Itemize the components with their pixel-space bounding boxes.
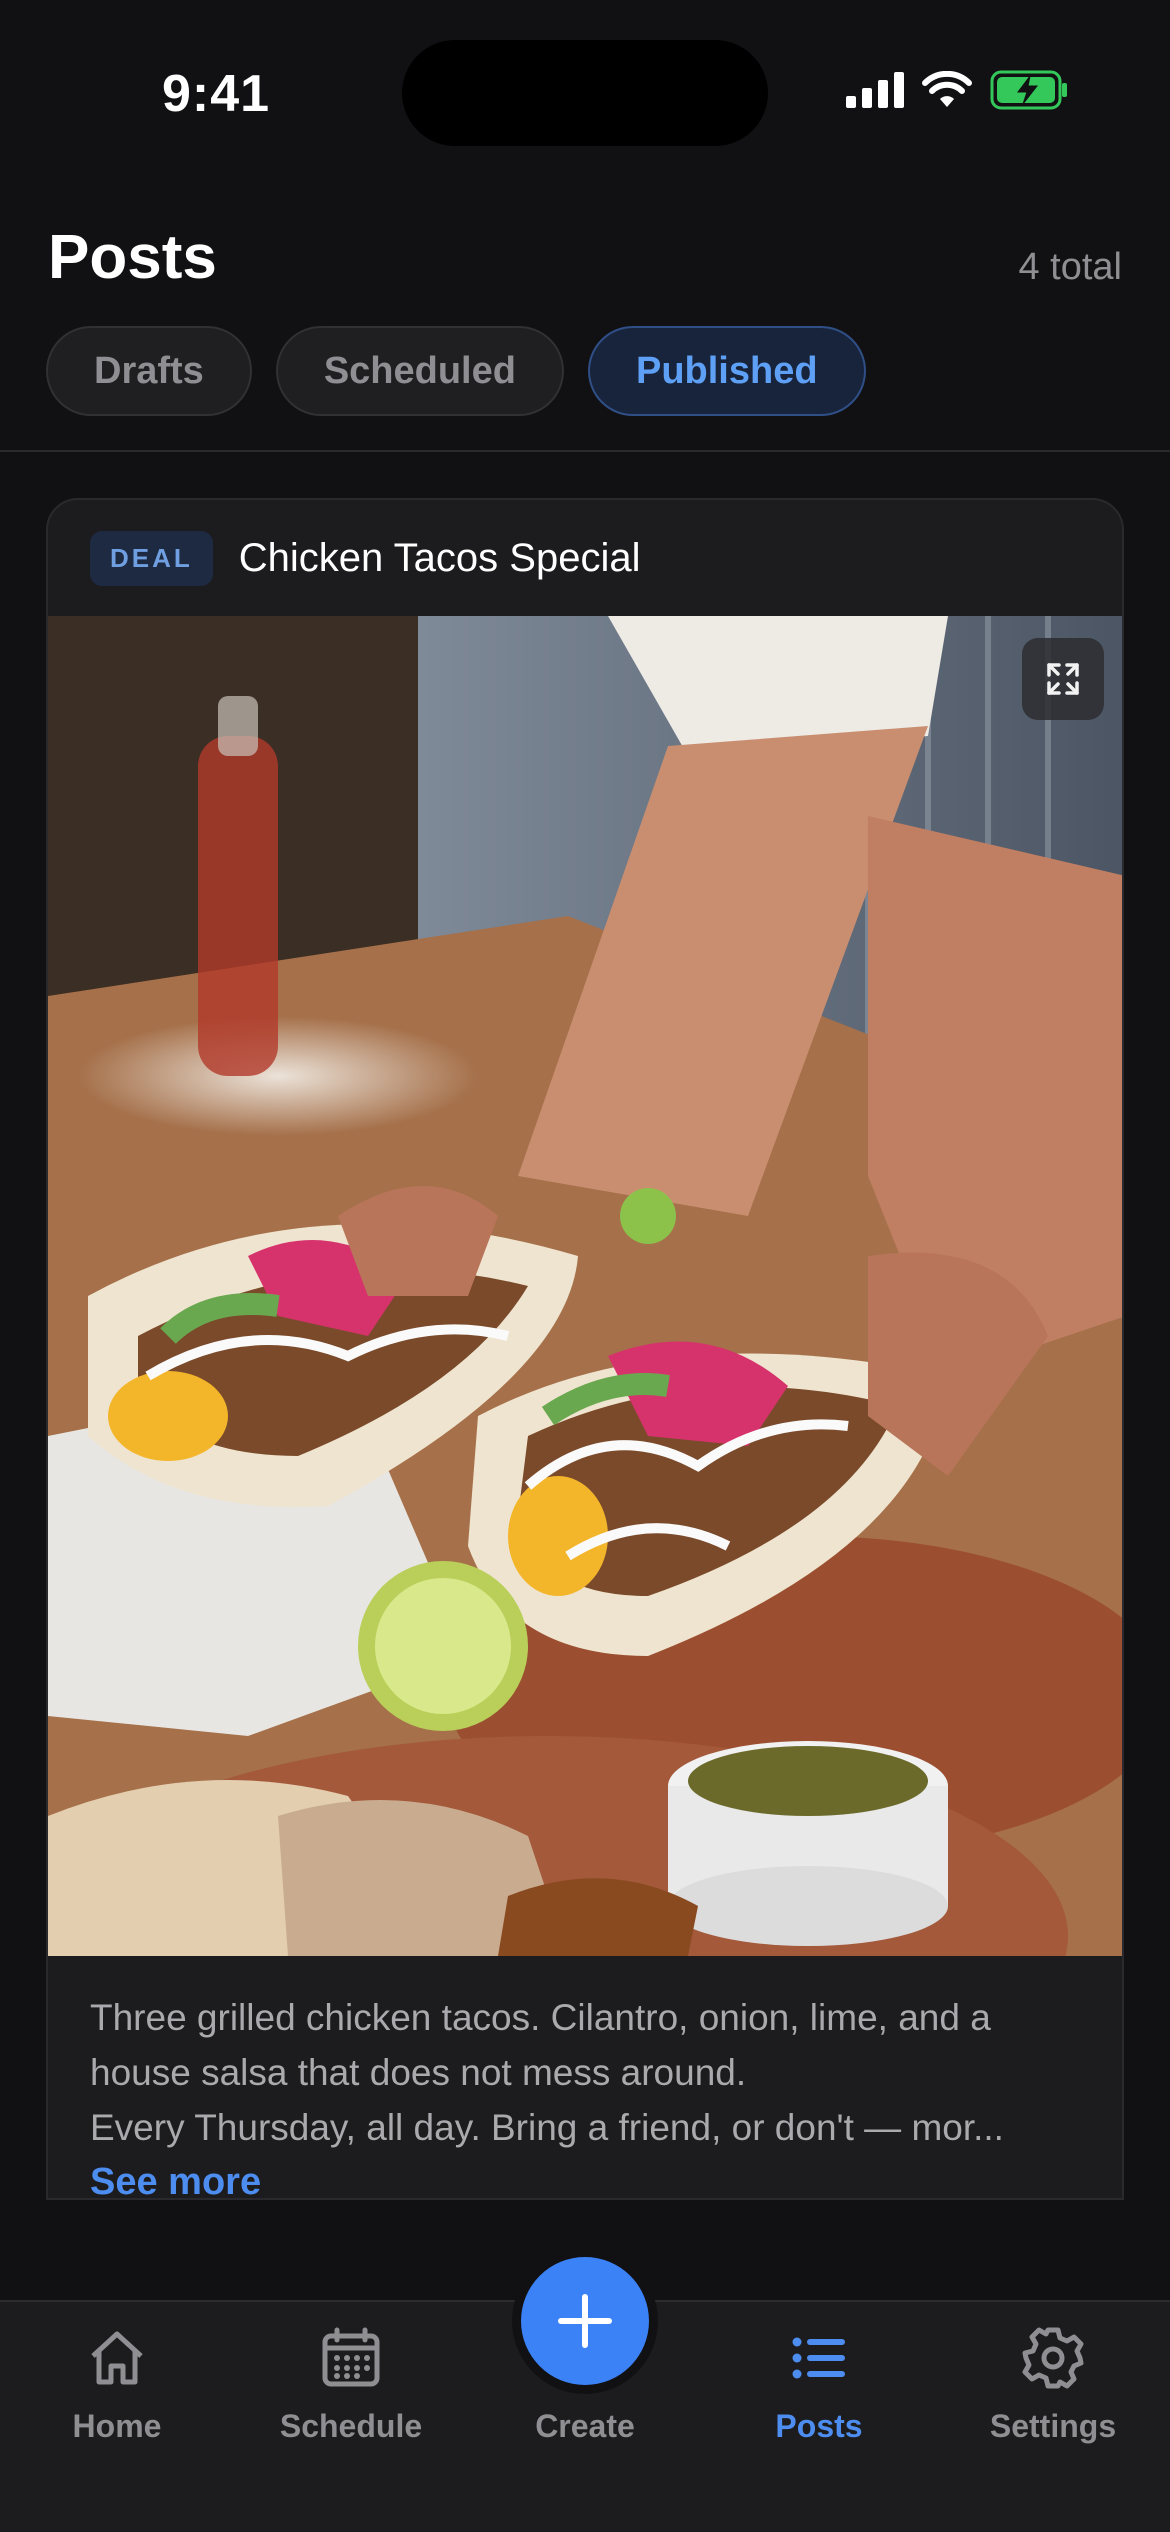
- tab-create-label: Create: [535, 2408, 635, 2444]
- tab-home[interactable]: Home: [0, 2302, 234, 2502]
- create-button-ring: [512, 2248, 658, 2394]
- create-post-button[interactable]: [521, 2257, 649, 2385]
- gear-icon: [1022, 2327, 1084, 2389]
- tab-schedule-label: Schedule: [279, 2408, 423, 2444]
- tab-posts-label: Posts: [775, 2408, 863, 2444]
- post-card-header: DEAL Chicken Tacos Special: [48, 500, 1122, 616]
- tab-settings-label: Settings: [989, 2408, 1117, 2444]
- expand-icon: [1047, 663, 1079, 695]
- calendar-icon: [322, 2327, 380, 2387]
- tab-posts[interactable]: Posts: [702, 2302, 936, 2502]
- see-more-link[interactable]: See more: [90, 2161, 1080, 2198]
- list-icon: [792, 2337, 845, 2379]
- post-title: Chicken Tacos Special: [238, 535, 641, 580]
- dynamic-island: [402, 40, 768, 146]
- tab-settings[interactable]: Settings: [936, 2302, 1170, 2502]
- post-photo[interactable]: [48, 616, 1122, 1956]
- status-icons: [846, 70, 1070, 110]
- page-title: Posts: [48, 223, 217, 292]
- header-divider: [0, 450, 1170, 452]
- post-card[interactable]: DEAL Chicken Tacos Special Three grilled…: [46, 498, 1124, 2200]
- status-time: 9:41: [162, 65, 271, 123]
- battery-charging-icon: [990, 70, 1067, 110]
- home-icon: [91, 2331, 143, 2385]
- post-card-body: Three grilled chicken tacos. Cilantro, o…: [48, 1956, 1122, 2198]
- filter-chips: Drafts Scheduled Published: [46, 326, 866, 416]
- tab-home-label: Home: [72, 2408, 162, 2444]
- wifi-icon: [922, 71, 972, 107]
- plus-icon: [558, 2294, 612, 2348]
- tacos-photo-illustration: [48, 616, 1122, 1956]
- filter-scheduled[interactable]: Scheduled: [275, 326, 564, 416]
- post-type-badge: DEAL: [90, 530, 213, 586]
- post-count: 4 total: [1018, 246, 1122, 288]
- post-description: Three grilled chicken tacos. Cilantro, o…: [90, 1997, 1004, 2148]
- expand-image-button[interactable]: [1022, 638, 1104, 720]
- tab-schedule[interactable]: Schedule: [234, 2302, 468, 2502]
- filter-drafts[interactable]: Drafts: [46, 326, 252, 416]
- filter-published[interactable]: Published: [587, 326, 866, 416]
- cellular-signal-icon: [846, 72, 904, 108]
